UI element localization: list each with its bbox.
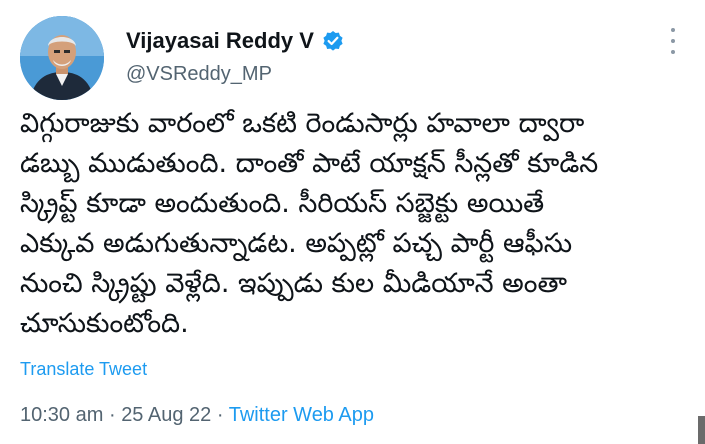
tweet-card: Vijayasai Reddy V @VSReddy_MP విగ్గురాజు… [0,0,705,444]
tweet-date[interactable]: 25 Aug 22 [121,404,211,426]
author-handle[interactable]: @VSReddy_MP [126,63,272,86]
tweet-meta: 10:30 am · 25 Aug 22 · Twitter Web App [20,404,374,427]
display-name[interactable]: Vijayasai Reddy V [126,28,314,54]
tweet-time[interactable]: 10:30 am [20,404,103,426]
tweet-text-line: ఎక్కువ అడుగుతున్నాడట. అప్పట్లో పచ్చ పార్… [20,228,573,259]
tweet-text-line: డబ్బు ముడుతుంది. దాంతో పాటే యాక్షన్ సీన్… [20,148,599,179]
avatar-image [20,16,104,100]
scrollbar-thumb[interactable] [698,416,705,444]
verified-badge-icon [322,30,344,52]
tweet-text-line: విగ్గురాజుకు వారంలో ఒకటి రెండుసార్లు హవా… [20,108,585,139]
author-name-row: Vijayasai Reddy V [126,28,344,54]
more-options-icon[interactable] [664,28,682,54]
translate-tweet-link[interactable]: Translate Tweet [20,359,147,380]
tweet-text-line: చూసుకుంటోంది. [20,308,189,339]
tweet-source-link[interactable]: Twitter Web App [229,404,374,426]
tweet-text-line: స్క్రిప్ట్ కూడా అందుతుంది. సీరియస్ సబ్జె… [20,188,545,219]
meta-separator: · [108,404,116,426]
tweet-text: విగ్గురాజుకు వారంలో ఒకటి రెండుసార్లు హవా… [20,104,690,344]
meta-separator: · [216,404,224,426]
tweet-text-line: నుంచి స్క్రిప్టు వెళ్లేది. ఇప్పుడు కుల మ… [20,268,567,299]
avatar[interactable] [20,16,104,100]
